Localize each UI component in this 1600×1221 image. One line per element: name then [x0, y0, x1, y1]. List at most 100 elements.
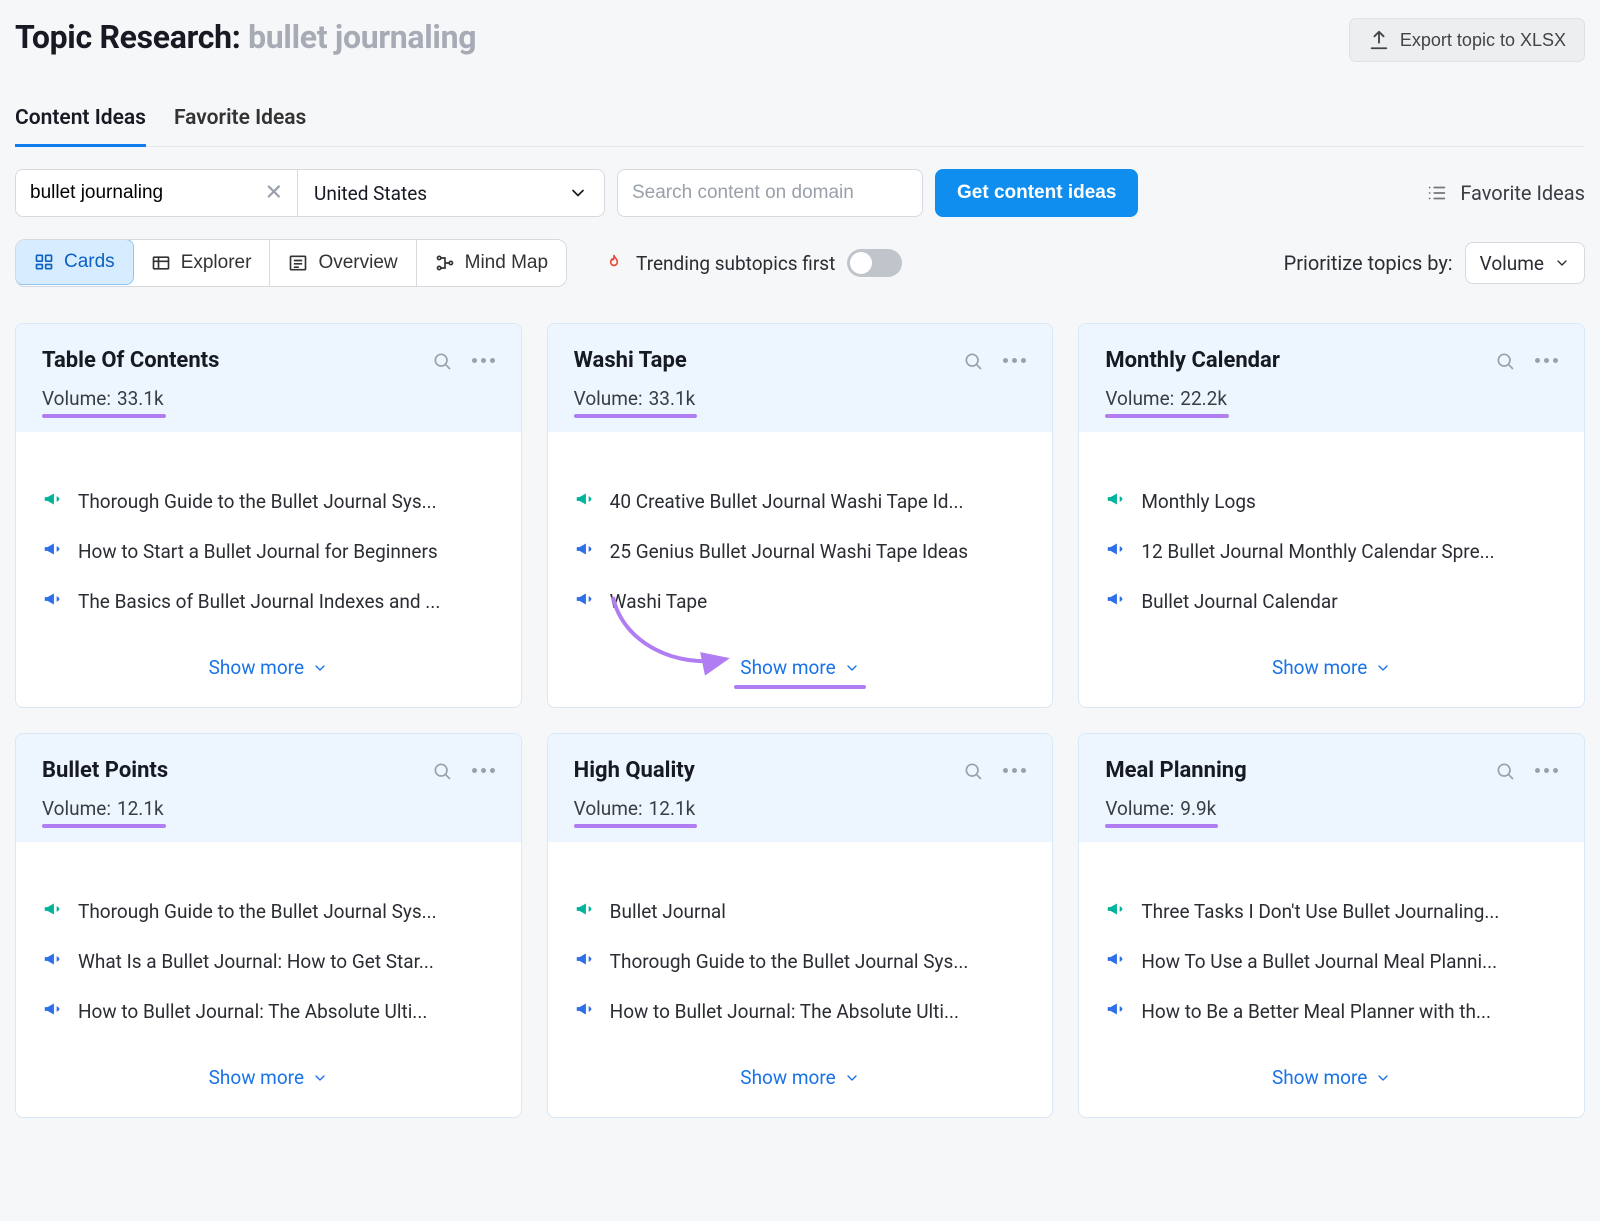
idea-text: 40 Creative Bullet Journal Washi Tape Id…	[610, 490, 964, 513]
more-icon[interactable]	[1003, 358, 1026, 363]
chevron-down-icon	[1375, 1070, 1391, 1086]
more-icon[interactable]	[1535, 768, 1558, 773]
show-more-link[interactable]: Show more	[209, 1066, 328, 1089]
idea-item[interactable]: 12 Bullet Journal Monthly Calendar Spre.…	[1105, 538, 1558, 564]
volume-value: 33.1k	[649, 387, 696, 410]
clear-topic-icon[interactable]: ✕	[265, 181, 283, 206]
topic-card-title: Bullet Points	[42, 758, 168, 783]
idea-item[interactable]: Thorough Guide to the Bullet Journal Sys…	[42, 898, 495, 924]
idea-item[interactable]: How to Bullet Journal: The Absolute Ulti…	[574, 998, 1027, 1024]
annotation-underline	[42, 414, 166, 418]
search-icon[interactable]	[1495, 761, 1515, 781]
idea-text: The Basics of Bullet Journal Indexes and…	[78, 590, 440, 613]
view-mode-group: Cards Explorer Overview Mind Map	[15, 239, 567, 287]
topic-card: Meal PlanningVolume:9.9kThree Tasks I Do…	[1078, 733, 1585, 1118]
favorite-ideas-link[interactable]: Favorite Ideas	[1426, 181, 1585, 205]
view-explorer-button[interactable]: Explorer	[133, 240, 271, 286]
idea-text: Monthly Logs	[1141, 490, 1255, 513]
idea-item[interactable]: How to Start a Bullet Journal for Beginn…	[42, 538, 495, 564]
idea-item[interactable]: Thorough Guide to the Bullet Journal Sys…	[574, 948, 1027, 974]
view-explorer-label: Explorer	[181, 252, 252, 274]
view-overview-button[interactable]: Overview	[270, 240, 416, 286]
topic-card: Monthly CalendarVolume:22.2kMonthly Logs…	[1078, 323, 1585, 708]
prioritize-label: Prioritize topics by:	[1284, 251, 1453, 275]
topic-card-title: Table Of Contents	[42, 348, 219, 373]
show-more-text: Show more	[1272, 1066, 1367, 1089]
idea-item[interactable]: Monthly Logs	[1105, 488, 1558, 514]
country-select[interactable]: United States	[297, 169, 605, 217]
page-title: Topic Research: bullet journaling	[15, 18, 476, 56]
idea-text: Thorough Guide to the Bullet Journal Sys…	[78, 900, 437, 923]
search-icon[interactable]	[963, 761, 983, 781]
more-icon[interactable]	[472, 768, 495, 773]
get-content-ideas-button[interactable]: Get content ideas	[935, 169, 1138, 217]
chevron-down-icon	[844, 660, 860, 676]
more-icon[interactable]	[1003, 768, 1026, 773]
idea-item[interactable]: 25 Genius Bullet Journal Washi Tape Idea…	[574, 538, 1027, 564]
cards-icon	[34, 252, 54, 272]
search-icon[interactable]	[1495, 351, 1515, 371]
view-cards-button[interactable]: Cards	[15, 239, 134, 285]
show-more-text: Show more	[740, 656, 835, 679]
view-cards-label: Cards	[64, 251, 115, 273]
tab-content-ideas[interactable]: Content Ideas	[15, 106, 146, 147]
idea-item[interactable]: Bullet Journal	[574, 898, 1027, 924]
volume-badge: Volume:9.9k	[1105, 797, 1216, 820]
page-title-prefix: Topic Research:	[15, 18, 240, 56]
megaphone-icon	[574, 998, 596, 1024]
volume-badge: Volume: 33.1k	[574, 387, 696, 410]
show-more-link[interactable]: Show more	[740, 1066, 859, 1089]
show-more-link[interactable]: Show more	[740, 656, 859, 679]
volume-label: Volume:	[574, 387, 643, 410]
idea-item[interactable]: How to Be a Better Meal Planner with th.…	[1105, 998, 1558, 1024]
annotation-underline	[1105, 824, 1218, 828]
show-more-link[interactable]: Show more	[1272, 1066, 1391, 1089]
idea-item[interactable]: Thorough Guide to the Bullet Journal Sys…	[42, 488, 495, 514]
topic-input[interactable]	[15, 169, 297, 217]
topic-card-body: Bullet Journal Thorough Guide to the Bull…	[548, 842, 1053, 1048]
show-more-row: Show more	[548, 638, 1053, 707]
idea-item[interactable]: How to Bullet Journal: The Absolute Ulti…	[42, 998, 495, 1024]
card-actions	[963, 351, 1026, 371]
topic-card: Washi Tape Volume: 33.1k 40 Creative Bullet…	[547, 323, 1054, 708]
tab-favorite-ideas[interactable]: Favorite Ideas	[174, 106, 306, 146]
search-icon[interactable]	[963, 351, 983, 371]
idea-text: Bullet Journal Calendar	[1141, 590, 1337, 613]
view-mindmap-button[interactable]: Mind Map	[417, 240, 566, 286]
show-more-row: Show more	[16, 1048, 521, 1117]
show-more-link[interactable]: Show more	[209, 656, 328, 679]
more-icon[interactable]	[1535, 358, 1558, 363]
more-icon[interactable]	[472, 358, 495, 363]
show-more-text: Show more	[740, 1066, 835, 1089]
show-more-row: Show more	[548, 1048, 1053, 1117]
idea-text: How to Be a Better Meal Planner with th.…	[1141, 1000, 1491, 1023]
idea-item[interactable]: Three Tasks I Don't Use Bullet Journalin…	[1105, 898, 1558, 924]
megaphone-icon	[42, 998, 64, 1024]
prioritize-select[interactable]: Volume	[1465, 242, 1585, 284]
idea-item[interactable]: What Is a Bullet Journal: How to Get Sta…	[42, 948, 495, 974]
megaphone-icon	[1105, 538, 1127, 564]
topic-card-title: High Quality	[574, 758, 695, 783]
page-title-topic: bullet journaling	[248, 18, 476, 56]
idea-item[interactable]: How To Use a Bullet Journal Meal Planni.…	[1105, 948, 1558, 974]
topic-card-header: Table Of ContentsVolume:33.1k	[16, 324, 521, 432]
topic-card: High QualityVolume:12.1kBullet JournalTh…	[547, 733, 1054, 1118]
search-icon[interactable]	[432, 351, 452, 371]
trending-toggle[interactable]	[847, 249, 902, 277]
main-tabs: Content Ideas Favorite Ideas	[15, 106, 1585, 147]
idea-item[interactable]: The Basics of Bullet Journal Indexes and…	[42, 588, 495, 614]
explorer-icon	[151, 253, 171, 273]
idea-text: Thorough Guide to the Bullet Journal Sys…	[78, 490, 437, 513]
show-more-link[interactable]: Show more	[1272, 656, 1391, 679]
volume-value: 9.9k	[1180, 797, 1216, 820]
topic-card-body: Monthly Logs 12 Bullet Journal Monthly Ca…	[1079, 432, 1584, 638]
idea-text: 25 Genius Bullet Journal Washi Tape Idea…	[610, 540, 968, 563]
domain-search-input[interactable]	[617, 169, 923, 217]
search-icon[interactable]	[432, 761, 452, 781]
megaphone-icon	[1105, 898, 1127, 924]
show-more-text: Show more	[209, 1066, 304, 1089]
idea-item[interactable]: 40 Creative Bullet Journal Washi Tape Id…	[574, 488, 1027, 514]
idea-item[interactable]: Bullet Journal Calendar	[1105, 588, 1558, 614]
idea-item[interactable]: Washi Tape	[574, 588, 1027, 614]
export-xlsx-button[interactable]: Export topic to XLSX	[1349, 18, 1585, 62]
